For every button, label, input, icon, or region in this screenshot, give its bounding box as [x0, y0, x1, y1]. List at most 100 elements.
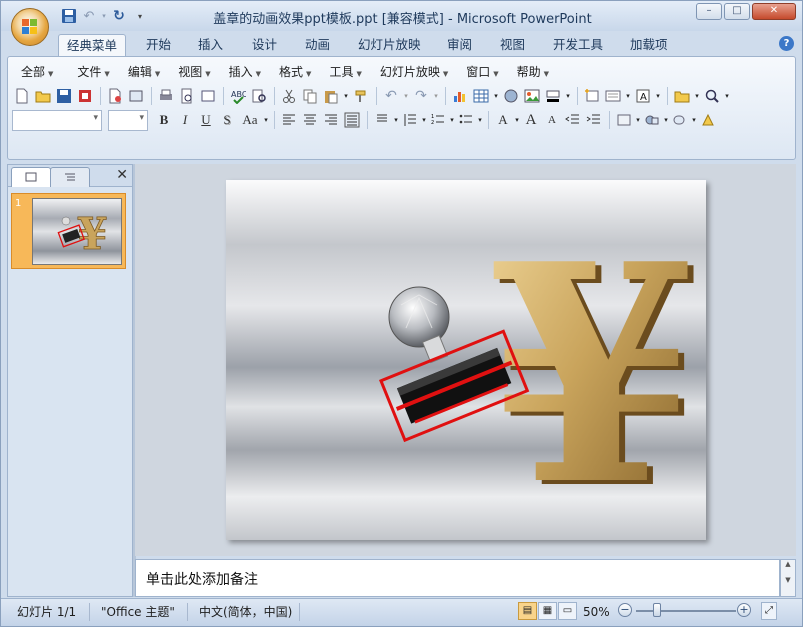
- line-spacing-icon[interactable]: [400, 110, 420, 130]
- undo-icon[interactable]: ↶: [381, 86, 401, 106]
- slide-sorter-button[interactable]: ▦: [538, 602, 557, 620]
- decrease-indent-icon[interactable]: [563, 110, 583, 130]
- maximize-button[interactable]: □: [724, 3, 750, 20]
- grow-font-button[interactable]: A: [521, 110, 541, 130]
- tab-slideshow[interactable]: 幻灯片放映: [350, 34, 429, 57]
- change-case-button[interactable]: Aa: [238, 110, 262, 130]
- align-left-icon[interactable]: [279, 110, 299, 130]
- menu-tools[interactable]: 工具 ▼: [320, 60, 370, 82]
- layout-dropdown-icon[interactable]: ▾: [624, 86, 632, 106]
- tab-classic-menu[interactable]: 经典菜单: [58, 34, 127, 57]
- tab-addins[interactable]: 加载项: [622, 34, 676, 57]
- font-size-combo[interactable]: [108, 109, 148, 131]
- print-preview-icon[interactable]: [177, 86, 197, 106]
- font-color-button[interactable]: A: [493, 110, 513, 130]
- language-indicator[interactable]: 中文(简体，中国): [195, 602, 296, 622]
- minimize-button[interactable]: –: [696, 3, 722, 20]
- arrange-dropdown-icon[interactable]: ▾: [691, 110, 697, 130]
- shrink-font-button[interactable]: A: [542, 110, 562, 130]
- table-dropdown-icon[interactable]: ▾: [492, 86, 500, 106]
- format-painter-icon[interactable]: [351, 86, 371, 106]
- tab-animation[interactable]: 动画: [297, 34, 338, 57]
- normal-view-button[interactable]: ▤: [518, 602, 537, 620]
- tab-insert[interactable]: 插入: [190, 34, 231, 57]
- text-direction-icon[interactable]: [372, 110, 392, 130]
- design-dropdown-icon[interactable]: ▾: [635, 110, 641, 130]
- paste-icon[interactable]: [321, 86, 341, 106]
- zoom-slider-track[interactable]: [636, 610, 736, 612]
- close-pane-icon[interactable]: ✕: [116, 167, 128, 183]
- redo-icon[interactable]: ↷: [411, 86, 431, 106]
- copy-icon[interactable]: [300, 86, 320, 106]
- permission-icon[interactable]: [75, 86, 95, 106]
- send-icon[interactable]: [105, 86, 125, 106]
- scroll-up-icon[interactable]: ▲: [781, 560, 795, 568]
- color-fill-icon[interactable]: [543, 86, 563, 106]
- text-box-icon[interactable]: A: [633, 86, 653, 106]
- numbering-icon[interactable]: 12: [428, 110, 448, 130]
- tab-slides[interactable]: [11, 167, 51, 187]
- bullets-dropdown-icon[interactable]: ▾: [477, 110, 483, 130]
- italic-button[interactable]: I: [175, 110, 195, 130]
- fit-to-window-button[interactable]: ⤢: [761, 602, 777, 620]
- office-button[interactable]: [11, 8, 49, 46]
- publish-icon[interactable]: [126, 86, 146, 106]
- menu-file[interactable]: 文件 ▼: [68, 60, 118, 82]
- quick-styles-icon[interactable]: [698, 110, 718, 130]
- zoom-out-button[interactable]: −: [618, 603, 632, 617]
- zoom-search-icon[interactable]: [702, 86, 722, 106]
- shadow-button[interactable]: S: [217, 110, 237, 130]
- shapes-icon[interactable]: [642, 110, 662, 130]
- open-folder-icon[interactable]: [33, 86, 53, 106]
- insert-picture-icon[interactable]: [522, 86, 542, 106]
- bold-button[interactable]: B: [154, 110, 174, 130]
- tab-design[interactable]: 设计: [244, 34, 285, 57]
- slide-canvas[interactable]: ¥ ¥: [226, 180, 706, 540]
- slide-thumbnail-item[interactable]: 1 ¥: [11, 193, 126, 269]
- insert-table-icon[interactable]: [471, 86, 491, 106]
- menu-insert[interactable]: 插入 ▼: [220, 60, 270, 82]
- font-name-combo[interactable]: [12, 109, 102, 131]
- save-icon[interactable]: [54, 86, 74, 106]
- menu-help[interactable]: 帮助 ▼: [508, 60, 558, 82]
- case-dropdown-icon[interactable]: ▾: [263, 110, 269, 130]
- new-slide-icon[interactable]: [582, 86, 602, 106]
- theme-name[interactable]: "Office 主题": [97, 602, 179, 622]
- print-icon[interactable]: [156, 86, 176, 106]
- yen-symbol-icon[interactable]: ¥ ¥: [488, 198, 703, 540]
- menu-all[interactable]: 全部 ▼: [12, 60, 62, 82]
- tab-review[interactable]: 审阅: [439, 34, 480, 57]
- line-spacing-dropdown-icon[interactable]: ▾: [421, 110, 427, 130]
- text-box-dropdown-icon[interactable]: ▾: [654, 86, 662, 106]
- scroll-down-icon[interactable]: ▼: [781, 576, 795, 584]
- bullets-icon[interactable]: [456, 110, 476, 130]
- menu-view[interactable]: 视图 ▼: [169, 60, 219, 82]
- menu-window[interactable]: 窗口 ▼: [457, 60, 507, 82]
- slide-view-icon[interactable]: [198, 86, 218, 106]
- color-dropdown-icon[interactable]: ▾: [564, 86, 572, 106]
- tab-home[interactable]: 开始: [138, 34, 179, 57]
- tab-developer[interactable]: 开发工具: [545, 34, 611, 57]
- menu-edit[interactable]: 编辑 ▼: [119, 60, 169, 82]
- layout-icon[interactable]: [603, 86, 623, 106]
- notes-pane[interactable]: 单击此处添加备注: [135, 559, 780, 597]
- paste-dropdown-icon[interactable]: ▾: [342, 86, 350, 106]
- zoom-level[interactable]: 50%: [579, 602, 614, 622]
- research-icon[interactable]: [249, 86, 269, 106]
- text-direction-dropdown-icon[interactable]: ▾: [393, 110, 399, 130]
- zoom-in-button[interactable]: +: [737, 603, 751, 617]
- align-right-icon[interactable]: [321, 110, 341, 130]
- font-color-dropdown-icon[interactable]: ▾: [514, 110, 520, 130]
- folder-dropdown-icon[interactable]: ▾: [693, 86, 701, 106]
- numbering-dropdown-icon[interactable]: ▾: [449, 110, 455, 130]
- justify-icon[interactable]: [342, 110, 362, 130]
- cut-icon[interactable]: [279, 86, 299, 106]
- insert-clipart-icon[interactable]: [501, 86, 521, 106]
- slide-design-icon[interactable]: [614, 110, 634, 130]
- tab-outline[interactable]: [50, 167, 90, 187]
- undo-dropdown-icon[interactable]: ▾: [402, 86, 410, 106]
- insert-chart-icon[interactable]: [450, 86, 470, 106]
- underline-button[interactable]: U: [196, 110, 216, 130]
- menu-slideshow[interactable]: 幻灯片放映 ▼: [371, 60, 457, 82]
- zoom-slider-thumb[interactable]: [653, 603, 661, 617]
